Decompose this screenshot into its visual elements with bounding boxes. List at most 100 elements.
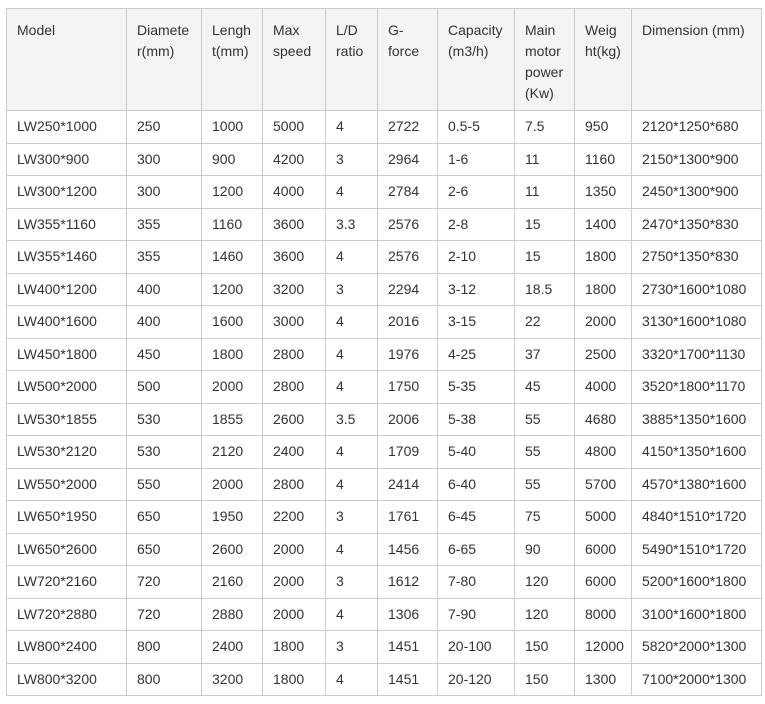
- model-cell: LW530*1855: [7, 403, 127, 436]
- table-cell: 2294: [378, 273, 438, 306]
- table-cell: 2160: [202, 566, 263, 599]
- table-cell: 2000: [575, 306, 632, 339]
- table-cell: 4: [326, 468, 378, 501]
- table-cell: 4: [326, 598, 378, 631]
- table-cell: 5490*1510*1720: [632, 533, 762, 566]
- table-cell: 4: [326, 338, 378, 371]
- table-cell: 2-10: [438, 241, 515, 274]
- table-cell: 1800: [202, 338, 263, 371]
- table-cell: 720: [127, 598, 202, 631]
- table-cell: 2000: [263, 566, 326, 599]
- table-cell: 11: [515, 176, 575, 209]
- table-cell: 1306: [378, 598, 438, 631]
- table-cell: 2750*1350*830: [632, 241, 762, 274]
- table-cell: 5700: [575, 468, 632, 501]
- table-cell: 4: [326, 111, 378, 144]
- table-cell: 4150*1350*1600: [632, 436, 762, 469]
- table-cell: 1350: [575, 176, 632, 209]
- table-cell: 1-6: [438, 143, 515, 176]
- column-header-3: Max speed: [263, 9, 326, 111]
- table-cell: 150: [515, 631, 575, 664]
- table-cell: 11: [515, 143, 575, 176]
- table-cell: 6000: [575, 533, 632, 566]
- table-row: LW355*146035514603600425762-101518002750…: [7, 241, 762, 274]
- model-cell: LW400*1200: [7, 273, 127, 306]
- table-cell: 2150*1300*900: [632, 143, 762, 176]
- column-header-8: Weight(kg): [575, 9, 632, 111]
- table-cell: 3000: [263, 306, 326, 339]
- table-cell: 1460: [202, 241, 263, 274]
- table-cell: 4680: [575, 403, 632, 436]
- table-row: LW720*288072028802000413067-901208000310…: [7, 598, 762, 631]
- table-cell: 400: [127, 273, 202, 306]
- table-cell: 3130*1600*1080: [632, 306, 762, 339]
- table-cell: 1612: [378, 566, 438, 599]
- table-cell: 3320*1700*1130: [632, 338, 762, 371]
- table-cell: 55: [515, 436, 575, 469]
- table-cell: 1200: [202, 176, 263, 209]
- table-cell: 0.5-5: [438, 111, 515, 144]
- table-cell: 1600: [202, 306, 263, 339]
- table-cell: 900: [202, 143, 263, 176]
- table-cell: 3: [326, 273, 378, 306]
- table-cell: 1000: [202, 111, 263, 144]
- table-cell: 2-6: [438, 176, 515, 209]
- table-cell: 3: [326, 566, 378, 599]
- table-cell: 500: [127, 371, 202, 404]
- table-cell: 2800: [263, 371, 326, 404]
- table-cell: 20-100: [438, 631, 515, 664]
- table-cell: 650: [127, 501, 202, 534]
- column-header-5: G-force: [378, 9, 438, 111]
- table-cell: 2964: [378, 143, 438, 176]
- table-body: LW250*100025010005000427220.5-57.5950212…: [7, 111, 762, 696]
- table-cell: 3200: [202, 663, 263, 696]
- table-cell: 7.5: [515, 111, 575, 144]
- table-cell: 2730*1600*1080: [632, 273, 762, 306]
- table-cell: 120: [515, 566, 575, 599]
- table-cell: 1300: [575, 663, 632, 696]
- table-cell: 15: [515, 241, 575, 274]
- column-header-0: Model: [7, 9, 127, 111]
- table-cell: 3.3: [326, 208, 378, 241]
- table-row: LW355*1160355116036003.325762-8151400247…: [7, 208, 762, 241]
- table-cell: 55: [515, 468, 575, 501]
- table-cell: 120: [515, 598, 575, 631]
- table-row: LW650*195065019502200317616-457550004840…: [7, 501, 762, 534]
- table-cell: 2600: [202, 533, 263, 566]
- table-cell: 2800: [263, 468, 326, 501]
- table-cell: 4: [326, 306, 378, 339]
- model-cell: LW400*1600: [7, 306, 127, 339]
- table-row: LW250*100025010005000427220.5-57.5950212…: [7, 111, 762, 144]
- table-cell: 1160: [202, 208, 263, 241]
- table-cell: 2800: [263, 338, 326, 371]
- table-cell: 4: [326, 241, 378, 274]
- table-cell: 2006: [378, 403, 438, 436]
- table-cell: 3600: [263, 208, 326, 241]
- table-cell: 22: [515, 306, 575, 339]
- table-cell: 450: [127, 338, 202, 371]
- table-cell: 2000: [263, 598, 326, 631]
- table-cell: 18.5: [515, 273, 575, 306]
- table-cell: 12000: [575, 631, 632, 664]
- table-cell: 950: [575, 111, 632, 144]
- table-cell: 3: [326, 143, 378, 176]
- table-cell: 4: [326, 176, 378, 209]
- table-cell: 3100*1600*1800: [632, 598, 762, 631]
- table-cell: 3: [326, 501, 378, 534]
- table-cell: 650: [127, 533, 202, 566]
- model-cell: LW500*2000: [7, 371, 127, 404]
- table-cell: 1451: [378, 663, 438, 696]
- table-row: LW550*200055020002800424146-405557004570…: [7, 468, 762, 501]
- table-cell: 7-90: [438, 598, 515, 631]
- table-cell: 150: [515, 663, 575, 696]
- header-row: ModelDiameter(mm)Lenght(mm)Max speedL/D …: [7, 9, 762, 111]
- table-cell: 5000: [575, 501, 632, 534]
- column-header-7: Main motor power (Kw): [515, 9, 575, 111]
- table-cell: 1761: [378, 501, 438, 534]
- table-cell: 4: [326, 663, 378, 696]
- table-row: LW650*260065026002000414566-659060005490…: [7, 533, 762, 566]
- table-cell: 8000: [575, 598, 632, 631]
- table-cell: 2722: [378, 111, 438, 144]
- table-cell: 3-15: [438, 306, 515, 339]
- table-cell: 1400: [575, 208, 632, 241]
